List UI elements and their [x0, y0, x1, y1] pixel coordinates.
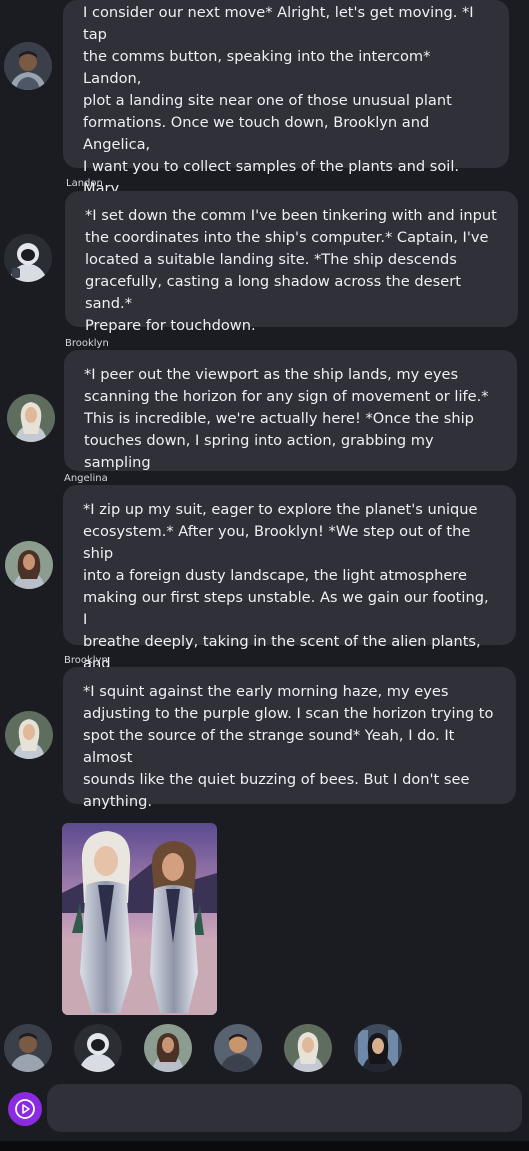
message-text: *I squint against the early morning haze… — [83, 683, 494, 810]
message-text: *I set down the comm I've been tinkering… — [85, 207, 497, 334]
character-avatar-brooklyn[interactable] — [144, 1024, 192, 1072]
avatar-brooklyn[interactable] — [7, 394, 55, 442]
character-avatar-mary[interactable] — [354, 1024, 402, 1072]
character-avatar-captain[interactable] — [4, 1024, 52, 1072]
message-input[interactable] — [47, 1084, 522, 1132]
system-bar — [0, 1141, 529, 1151]
message-bubble: *I peer out the viewport as the ship lan… — [64, 350, 517, 471]
speaker-name: Brooklyn — [65, 338, 109, 349]
message-bubble: *I squint against the early morning haze… — [63, 667, 516, 810]
message-bubble: *I zip up my suit, eager to explore the … — [63, 485, 516, 694]
avatar-landon[interactable] — [4, 234, 52, 282]
play-button[interactable] — [8, 1092, 42, 1126]
avatar-captain[interactable] — [4, 42, 52, 90]
character-avatar-landon[interactable] — [74, 1024, 122, 1072]
play-circle-icon — [15, 1099, 35, 1119]
speaker-name: Brooklyn — [64, 655, 108, 666]
character-avatar-crew[interactable] — [214, 1024, 262, 1072]
character-avatar-angelina[interactable] — [284, 1024, 332, 1072]
message-text: *I peer out the viewport as the ship lan… — [84, 366, 489, 471]
generated-image[interactable] — [62, 823, 217, 1015]
avatar-brooklyn[interactable] — [5, 711, 53, 759]
avatar-angelina[interactable] — [5, 541, 53, 589]
message-bubble: *I set down the comm I've been tinkering… — [65, 191, 518, 334]
speaker-name: Angelina — [64, 473, 108, 484]
speaker-name: Landon — [66, 178, 103, 189]
message-bubble: I consider our next move* Alright, let's… — [63, 0, 509, 241]
